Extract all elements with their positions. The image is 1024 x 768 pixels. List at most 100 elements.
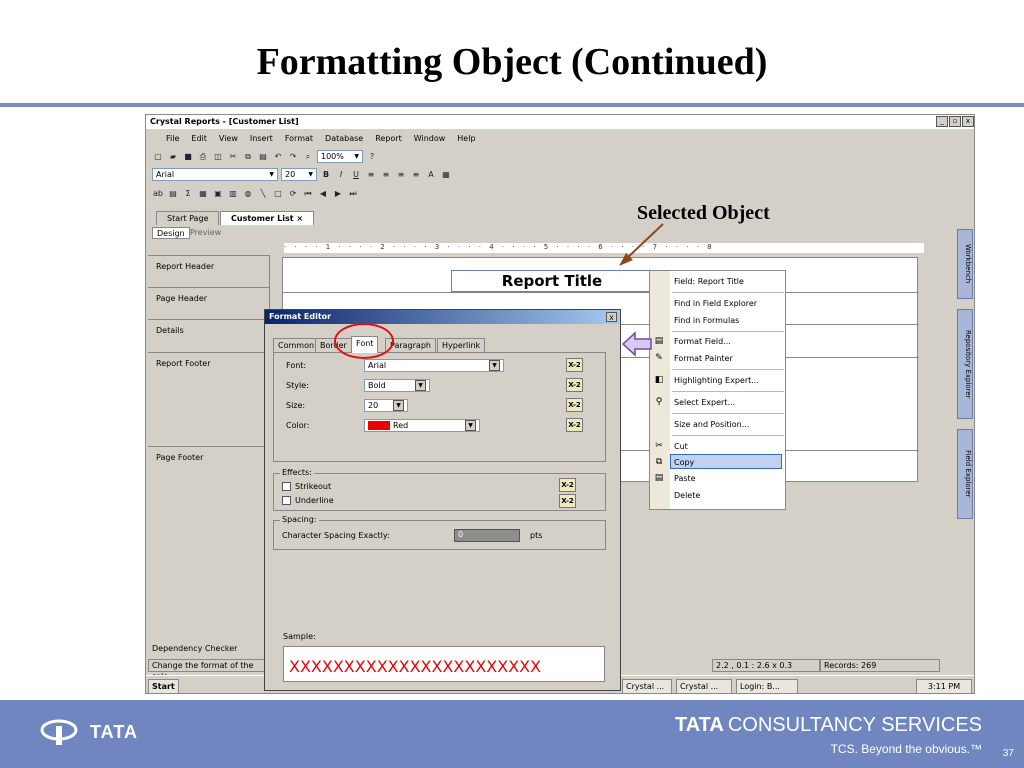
tab-repository-explorer[interactable]: Repository Explorer bbox=[957, 309, 973, 419]
section-report-header[interactable]: Report Header bbox=[148, 255, 270, 287]
zoom-select[interactable]: 100% ▼ bbox=[317, 150, 363, 163]
nav-last-icon[interactable]: ⏭ bbox=[347, 188, 359, 200]
section-page-header[interactable]: Page Header bbox=[148, 287, 270, 319]
tab-customer-list[interactable]: Customer List × bbox=[220, 211, 315, 225]
align-right-icon[interactable]: ≡ bbox=[395, 169, 407, 181]
formatting-toolbar: Arial ▼ 20 ▼ B I U ≡ ≡ ≡ ≡ A ▦ bbox=[148, 166, 974, 183]
tab-preview[interactable]: Preview bbox=[186, 227, 225, 239]
minimize-button[interactable]: _ bbox=[936, 116, 948, 127]
style-select-value: Bold bbox=[368, 381, 386, 390]
menu-help[interactable]: Help bbox=[457, 134, 475, 143]
align-center-icon[interactable]: ≡ bbox=[380, 169, 392, 181]
menu-item-select-expert[interactable]: Select Expert... bbox=[674, 396, 735, 410]
menu-item-highlighting-expert[interactable]: Highlighting Expert... bbox=[674, 374, 759, 388]
undo-icon[interactable]: ↶ bbox=[272, 151, 284, 163]
italic-icon[interactable]: I bbox=[335, 169, 347, 181]
border-icon[interactable]: ▦ bbox=[440, 169, 452, 181]
menu-item-cut[interactable]: Cut bbox=[674, 440, 688, 454]
menu-report[interactable]: Report bbox=[375, 134, 402, 143]
menu-view[interactable]: View bbox=[219, 134, 238, 143]
tab-font[interactable]: Font bbox=[351, 336, 379, 353]
sample-text: XXXXXXXXXXXXXXXXXXXXXXX bbox=[289, 657, 542, 676]
font-select[interactable]: Arial ▼ bbox=[364, 359, 504, 372]
open-icon[interactable]: ▰ bbox=[167, 151, 179, 163]
print-icon[interactable]: ⎙ bbox=[197, 151, 209, 163]
help-icon[interactable]: ? bbox=[366, 151, 378, 163]
menu-item-size-position[interactable]: Size and Position... bbox=[674, 418, 749, 432]
formula-button[interactable]: X-2 bbox=[566, 398, 583, 412]
style-select[interactable]: Bold ▼ bbox=[364, 379, 430, 392]
box-icon[interactable]: □ bbox=[272, 188, 284, 200]
menu-item-delete[interactable]: Delete bbox=[674, 489, 700, 503]
menu-insert[interactable]: Insert bbox=[250, 134, 273, 143]
text-object-icon[interactable]: ab bbox=[152, 188, 164, 200]
group-icon[interactable]: ▤ bbox=[167, 188, 179, 200]
paste-icon[interactable]: ▤ bbox=[257, 151, 269, 163]
color-select[interactable]: Red ▼ bbox=[364, 419, 480, 432]
menu-window[interactable]: Window bbox=[414, 134, 446, 143]
bold-icon[interactable]: B bbox=[320, 169, 332, 181]
formula-button[interactable]: X-2 bbox=[559, 478, 576, 492]
underline-icon[interactable]: U bbox=[350, 169, 362, 181]
strikeout-checkbox[interactable]: Strikeout bbox=[282, 482, 331, 491]
tab-hyperlink[interactable]: Hyperlink bbox=[437, 338, 486, 353]
preview-icon[interactable]: ◫ bbox=[212, 151, 224, 163]
menu-item-find-field-explorer[interactable]: Find in Field Explorer bbox=[674, 297, 757, 311]
report-title-field[interactable]: Report Title bbox=[451, 270, 653, 292]
taskbar-item[interactable]: Login: B... bbox=[736, 679, 798, 693]
align-left-icon[interactable]: ≡ bbox=[365, 169, 377, 181]
underline-checkbox[interactable]: Underline bbox=[282, 496, 334, 505]
nav-first-icon[interactable]: ⏮ bbox=[302, 188, 314, 200]
copy-icon[interactable]: ⧉ bbox=[242, 151, 254, 163]
start-button[interactable]: Start bbox=[148, 679, 179, 693]
taskbar-item[interactable]: Crystal ... bbox=[622, 679, 672, 693]
formula-button[interactable]: X-2 bbox=[566, 358, 583, 372]
formula-button[interactable]: X-2 bbox=[566, 418, 583, 432]
tab-workbench[interactable]: Workbench bbox=[957, 229, 973, 299]
size-select[interactable]: 20 ▼ bbox=[364, 399, 408, 412]
dependency-checker-tab[interactable]: Dependency Checker bbox=[148, 642, 268, 656]
line-icon[interactable]: ╲ bbox=[257, 188, 269, 200]
menu-edit[interactable]: Edit bbox=[191, 134, 207, 143]
map-icon[interactable]: ◍ bbox=[242, 188, 254, 200]
tab-design[interactable]: Design bbox=[152, 227, 190, 239]
close-button[interactable]: x bbox=[962, 116, 974, 127]
menu-item-find-formulas[interactable]: Find in Formulas bbox=[674, 314, 739, 328]
menu-item-format-painter[interactable]: Format Painter bbox=[674, 352, 733, 366]
tab-close-icon[interactable]: × bbox=[296, 214, 303, 223]
summary-icon[interactable]: Σ bbox=[182, 188, 194, 200]
save-icon[interactable]: ■ bbox=[182, 151, 194, 163]
menu-file[interactable]: File bbox=[166, 134, 179, 143]
picture-icon[interactable]: ▣ bbox=[212, 188, 224, 200]
font-select[interactable]: Arial ▼ bbox=[152, 168, 278, 181]
menu-item-format-field[interactable]: Format Field... bbox=[674, 335, 731, 349]
char-spacing-input[interactable]: 0 bbox=[454, 529, 520, 542]
new-icon[interactable]: ▢ bbox=[152, 151, 164, 163]
redo-icon[interactable]: ↷ bbox=[287, 151, 299, 163]
font-size-select[interactable]: 20 ▼ bbox=[281, 168, 317, 181]
dialog-close-button[interactable]: x bbox=[606, 312, 617, 322]
formula-button[interactable]: X-2 bbox=[566, 378, 583, 392]
section-report-footer[interactable]: Report Footer bbox=[148, 352, 270, 446]
justify-icon[interactable]: ≡ bbox=[410, 169, 422, 181]
taskbar-item[interactable]: Crystal ... bbox=[676, 679, 732, 693]
find-icon[interactable]: ⌕ bbox=[302, 151, 314, 163]
nav-next-icon[interactable]: ▶ bbox=[332, 188, 344, 200]
tab-field-explorer[interactable]: Field Explorer bbox=[957, 429, 973, 519]
menu-item-copy[interactable]: Copy bbox=[674, 456, 694, 470]
menu-database[interactable]: Database bbox=[325, 134, 363, 143]
tab-common[interactable]: Common bbox=[273, 338, 320, 353]
section-details[interactable]: Details bbox=[148, 319, 270, 352]
tab-start-page[interactable]: Start Page bbox=[156, 211, 220, 225]
formula-button[interactable]: X-2 bbox=[559, 494, 576, 508]
section-page-footer[interactable]: Page Footer bbox=[148, 446, 270, 646]
refresh-icon[interactable]: ⟳ bbox=[287, 188, 299, 200]
chart-icon[interactable]: ▥ bbox=[227, 188, 239, 200]
font-color-icon[interactable]: A bbox=[425, 169, 437, 181]
cross-tab-icon[interactable]: ▦ bbox=[197, 188, 209, 200]
nav-prev-icon[interactable]: ◀ bbox=[317, 188, 329, 200]
restore-button[interactable]: ▫ bbox=[949, 116, 961, 127]
cut-icon[interactable]: ✂ bbox=[227, 151, 239, 163]
menu-item-paste[interactable]: Paste bbox=[674, 472, 696, 486]
menu-format[interactable]: Format bbox=[285, 134, 313, 143]
